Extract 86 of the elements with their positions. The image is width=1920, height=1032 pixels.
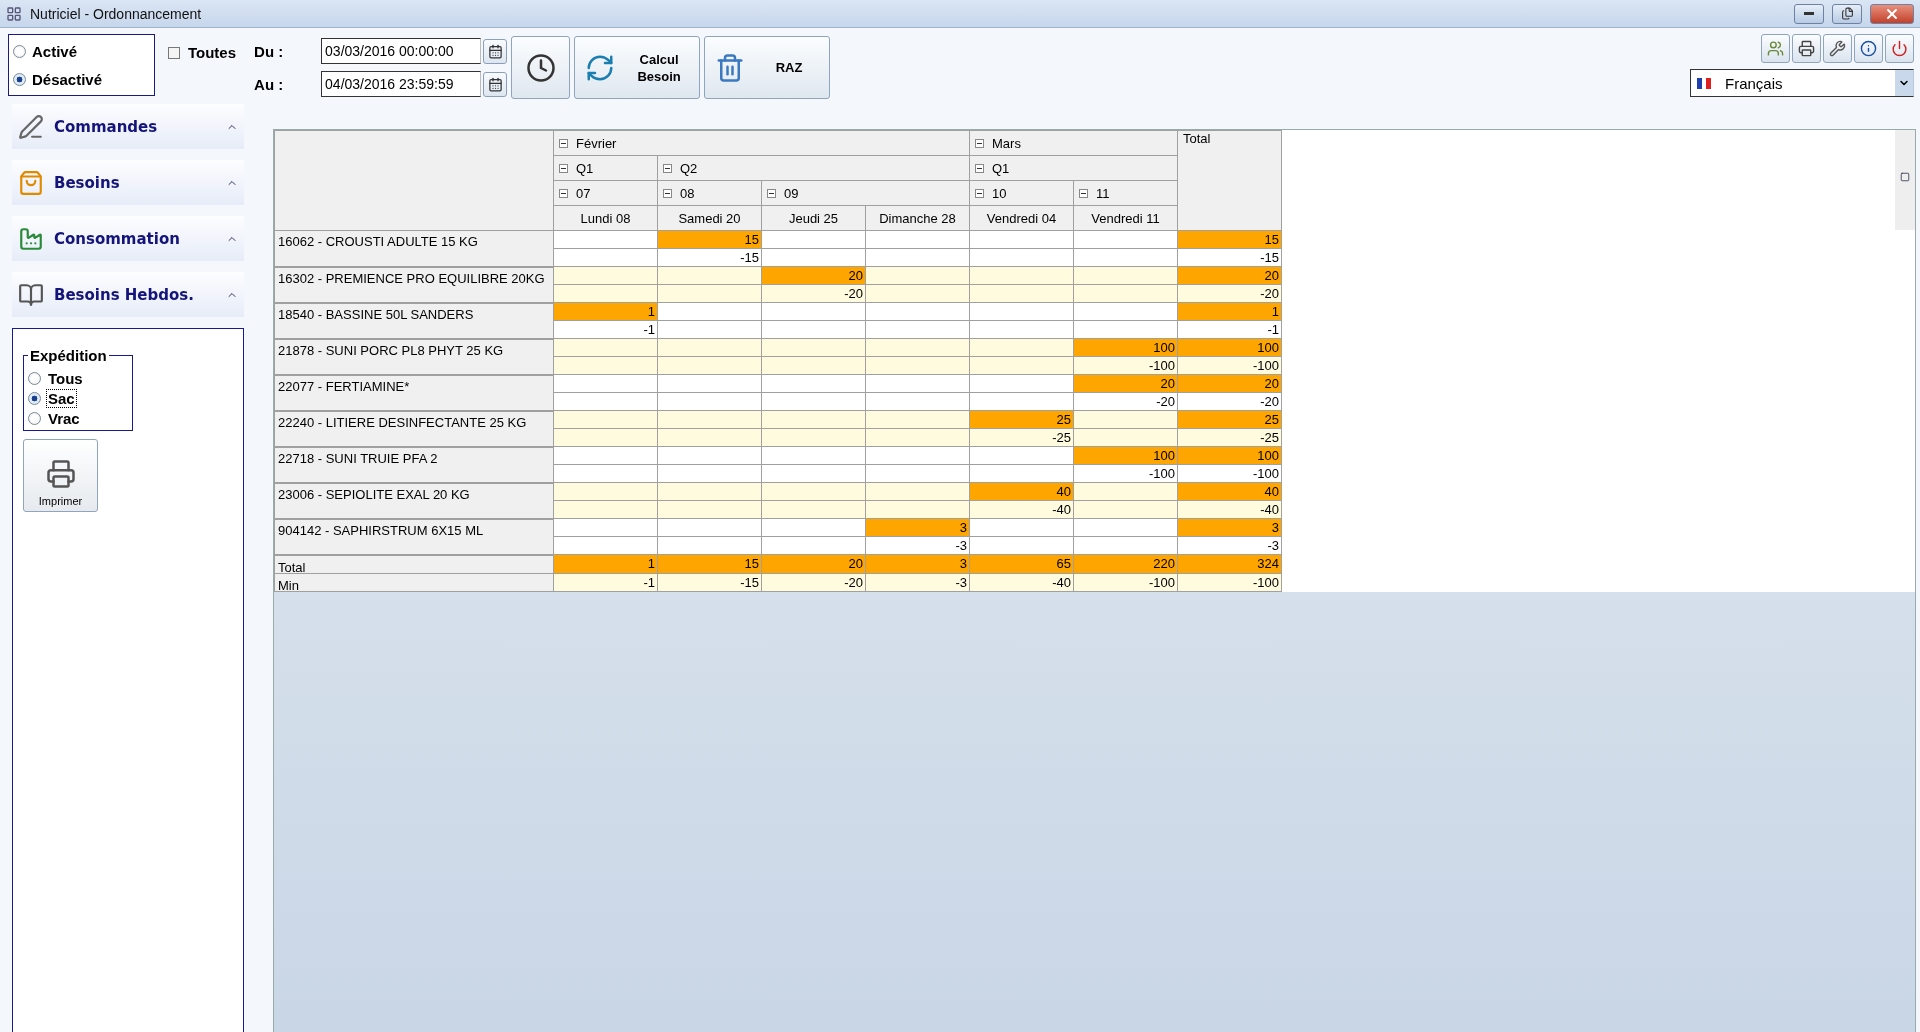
date-label: Au : xyxy=(254,75,285,93)
column-header: Samedi 20 xyxy=(657,205,762,231)
calendar-button[interactable] xyxy=(483,38,508,64)
column-header: Total xyxy=(1177,130,1282,231)
date-label: Du : xyxy=(254,42,285,60)
row-header: 22077 - FERTIAMINE* xyxy=(274,374,554,411)
window-title: Nutriciel - Ordonnancement xyxy=(30,5,203,22)
sidebar-section-header[interactable]: Consommation xyxy=(12,216,244,261)
minimize-button[interactable] xyxy=(1794,3,1824,24)
collapse-toggle-icon[interactable] xyxy=(975,138,984,148)
collapse-toggle-icon[interactable] xyxy=(559,188,568,198)
users-button[interactable] xyxy=(1761,34,1790,63)
print-button[interactable]: Imprimer xyxy=(23,439,98,512)
group-title: Expédition xyxy=(29,347,108,364)
row-header: 21878 - SUNI PORC PL8 PHYT 25 KG xyxy=(274,338,554,375)
action-button[interactable]: Calcul Besoin xyxy=(574,36,701,99)
column-group-header[interactable]: Février xyxy=(553,130,970,156)
flag-icon xyxy=(1697,77,1711,89)
info-icon xyxy=(1860,40,1877,57)
date-field[interactable]: 04/03/2016 23:59:59 xyxy=(321,71,482,97)
column-header: Lundi 08 xyxy=(553,205,658,231)
status-radio[interactable]: Activé xyxy=(13,42,150,60)
pen-icon xyxy=(18,113,44,140)
scroll-icon xyxy=(1900,172,1910,182)
users-icon xyxy=(1767,40,1784,57)
app-icon xyxy=(6,5,22,22)
row-header: 22718 - SUNI TRUIE PFA 2 xyxy=(274,446,554,483)
power-icon xyxy=(1891,40,1908,57)
column-header: Vendredi 04 xyxy=(969,205,1074,231)
row-header: 904142 - SAPHIRSTRUM 6X15 ML xyxy=(274,518,554,555)
row-header: 22240 - LITIERE DESINFECTANTE 25 KG xyxy=(274,410,554,447)
column-header: Jeudi 25 xyxy=(761,205,866,231)
printer-button[interactable] xyxy=(1792,34,1821,63)
info-button[interactable] xyxy=(1854,34,1883,63)
column-group-header[interactable]: 07 xyxy=(553,180,658,206)
collapse-toggle-icon[interactable] xyxy=(767,188,776,198)
close-button[interactable] xyxy=(1870,3,1914,24)
tools-icon xyxy=(1829,40,1846,57)
column-header: Vendredi 11 xyxy=(1073,205,1178,231)
all-checkbox[interactable]: Toutes xyxy=(168,44,237,61)
status-radio[interactable]: Désactivé xyxy=(13,70,150,88)
expedition-radio[interactable]: Sac xyxy=(28,388,128,408)
collapse-toggle-icon[interactable] xyxy=(1079,188,1088,198)
minimize-icon xyxy=(1804,12,1814,15)
column-group-header[interactable]: 09 xyxy=(761,180,970,206)
action-button[interactable]: RAZ xyxy=(704,36,831,99)
sidebar-section-header[interactable]: Besoins xyxy=(12,160,244,205)
printer-icon xyxy=(45,459,76,489)
collapse-toggle-icon[interactable] xyxy=(559,138,568,148)
calendar-icon xyxy=(487,76,503,92)
scrollbar[interactable] xyxy=(1895,130,1915,230)
column-group-header[interactable]: Mars xyxy=(969,130,1178,156)
clock-icon xyxy=(525,52,556,83)
row-header: 18540 - BASSINE 50L SANDERS xyxy=(274,302,554,339)
restore-button[interactable] xyxy=(1832,3,1862,24)
column-group-header[interactable]: 08 xyxy=(657,180,762,206)
bag-icon xyxy=(18,169,44,196)
expedition-radio[interactable]: Tous xyxy=(28,368,128,388)
sidebar-section-header[interactable]: Besoins Hebdos. xyxy=(12,272,244,317)
date-field[interactable]: 03/03/2016 00:00:00 xyxy=(321,38,482,64)
sidebar-section-header[interactable]: Commandes xyxy=(12,104,244,149)
calendar-button[interactable] xyxy=(483,71,508,97)
restore-icon xyxy=(1840,7,1854,20)
book-icon xyxy=(18,281,44,308)
power-button[interactable] xyxy=(1885,34,1914,63)
row-header: 23006 - SEPIOLITE EXAL 20 KG xyxy=(274,482,554,519)
tools-button[interactable] xyxy=(1823,34,1852,63)
column-header: Dimanche 28 xyxy=(865,205,970,231)
language-dropdown[interactable]: Français xyxy=(1690,69,1914,97)
row-header: 16302 - PREMIENCE PRO EQUILIBRE 20KG xyxy=(274,266,554,303)
column-group-header[interactable]: 11 xyxy=(1073,180,1178,206)
printer-icon xyxy=(1798,40,1815,57)
collapse-toggle-icon[interactable] xyxy=(559,163,568,173)
column-group-header[interactable]: Q2 xyxy=(657,155,970,181)
column-group-header[interactable]: Q1 xyxy=(969,155,1178,181)
factory-icon xyxy=(18,225,44,252)
calendar-icon xyxy=(487,43,503,59)
row-header: 16062 - CROUSTI ADULTE 15 KG xyxy=(274,230,554,267)
collapse-toggle-icon[interactable] xyxy=(663,163,672,173)
collapse-toggle-icon[interactable] xyxy=(975,163,984,173)
collapse-toggle-icon[interactable] xyxy=(975,188,984,198)
clock-button[interactable] xyxy=(511,36,571,99)
column-group-header[interactable]: Q1 xyxy=(553,155,658,181)
expedition-radio[interactable]: Vrac xyxy=(28,408,128,428)
column-group-header[interactable]: 10 xyxy=(969,180,1074,206)
collapse-toggle-icon[interactable] xyxy=(663,188,672,198)
